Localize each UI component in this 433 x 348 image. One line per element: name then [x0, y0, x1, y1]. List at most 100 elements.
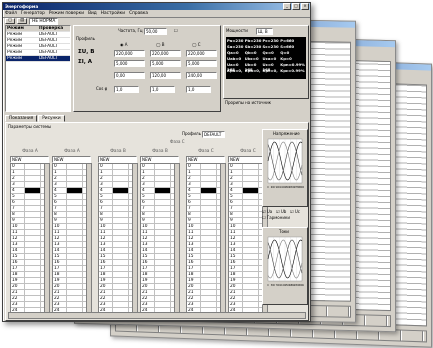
checkbox-uc[interactable]: ☑ Uc: [290, 209, 300, 214]
checkbox-ub[interactable]: ☑ Ub: [276, 209, 286, 214]
angle-b-input[interactable]: 120,00: [150, 72, 181, 79]
row-value[interactable]: [113, 284, 129, 289]
row-value[interactable]: [67, 188, 83, 193]
row-value[interactable]: [25, 284, 41, 289]
mode-list[interactable]: Режим Проверка Режим DEFAULT Режим DEFAULT…: [5, 25, 71, 112]
menu-generator[interactable]: Генератор: [19, 11, 47, 16]
row-value[interactable]: [25, 236, 41, 241]
row-value[interactable]: [67, 302, 83, 307]
row-value[interactable]: [243, 164, 259, 169]
row-value[interactable]: [243, 236, 259, 241]
title-bar[interactable]: Энергоформа _ □ ×: [3, 3, 310, 10]
minimize-button[interactable]: _: [283, 3, 291, 10]
row-value[interactable]: [201, 272, 217, 277]
tab-figures[interactable]: Рисунки: [38, 115, 65, 122]
row-value[interactable]: [67, 296, 83, 301]
row-value[interactable]: [201, 284, 217, 289]
row-value[interactable]: [155, 176, 171, 181]
harmonics-checkbox[interactable]: ☐ Гармоники: [262, 215, 290, 220]
phase-table-header-input[interactable]: NEW: [186, 156, 225, 163]
row-value[interactable]: [67, 290, 83, 295]
row-value[interactable]: [113, 164, 129, 169]
row-value[interactable]: [155, 206, 171, 211]
row-value[interactable]: [25, 164, 41, 169]
row-value[interactable]: [67, 260, 83, 265]
row-value[interactable]: [67, 278, 83, 283]
row-value[interactable]: [155, 302, 171, 307]
row-value[interactable]: [243, 266, 259, 271]
row-value[interactable]: [243, 302, 259, 307]
row-value[interactable]: [25, 260, 41, 265]
row-value[interactable]: [67, 224, 83, 229]
checkbox-ua[interactable]: ☑ Ua: [262, 209, 272, 214]
row-value[interactable]: [155, 266, 171, 271]
phase-table-header-input[interactable]: NEW: [140, 156, 179, 163]
row-value[interactable]: [67, 194, 83, 199]
row-value[interactable]: [113, 272, 129, 277]
row-value[interactable]: [201, 278, 217, 283]
row-value[interactable]: [67, 206, 83, 211]
row-value[interactable]: [155, 200, 171, 205]
close-button[interactable]: ×: [301, 3, 309, 10]
row-value[interactable]: [155, 242, 171, 247]
row-value[interactable]: [243, 254, 259, 259]
row-value[interactable]: [155, 278, 171, 283]
row-value[interactable]: [155, 194, 171, 199]
row-value[interactable]: [201, 206, 217, 211]
row-value[interactable]: [113, 242, 129, 247]
row-value[interactable]: [243, 206, 259, 211]
row-value[interactable]: [113, 170, 129, 175]
row-value[interactable]: [25, 296, 41, 301]
row-value[interactable]: [155, 260, 171, 265]
row-value[interactable]: [67, 248, 83, 253]
row-value[interactable]: [201, 212, 217, 217]
row-value[interactable]: [243, 290, 259, 295]
row-value[interactable]: [25, 266, 41, 271]
row-value[interactable]: [113, 266, 129, 271]
maximize-button[interactable]: □: [292, 3, 300, 10]
row-value[interactable]: [243, 188, 259, 193]
row-value[interactable]: [25, 212, 41, 217]
row-value[interactable]: [67, 284, 83, 289]
phase-table-body[interactable]: 0 1 2 3 4 5 6 7 8 9 10 11 12 13 14 15 16 17 18 19 20 21 22 23 24…: [140, 163, 180, 317]
row-value[interactable]: [155, 230, 171, 235]
row-value[interactable]: [113, 188, 129, 193]
row-value[interactable]: [113, 248, 129, 253]
row-value[interactable]: [201, 170, 217, 175]
row-value[interactable]: [155, 224, 171, 229]
phase-b-radio[interactable]: ◯ B: [156, 42, 165, 47]
row-value[interactable]: [201, 188, 217, 193]
row-value[interactable]: [155, 182, 171, 187]
row-value[interactable]: [155, 254, 171, 259]
row-value[interactable]: [113, 218, 129, 223]
row-value[interactable]: [25, 206, 41, 211]
row-value[interactable]: [243, 200, 259, 205]
row-value[interactable]: [25, 200, 41, 205]
row-value[interactable]: [155, 272, 171, 277]
phase-table-scrollbar[interactable]: [220, 164, 225, 316]
row-value[interactable]: [67, 236, 83, 241]
phase-table-body[interactable]: 0 1 2 3 4 5 6 7 8 9 10 11 12 13 14 15 16 17 18 19 20 21 22 23 24…: [98, 163, 138, 317]
phase-table-scrollbar[interactable]: [44, 164, 49, 316]
angle-a-input[interactable]: 0,00: [114, 72, 145, 79]
voltage-c-input[interactable]: 220,000: [186, 50, 217, 57]
phase-table-scrollbar[interactable]: [132, 164, 137, 316]
row-value[interactable]: [243, 296, 259, 301]
row-value[interactable]: [201, 236, 217, 241]
row-value[interactable]: [201, 176, 217, 181]
phase-table-body[interactable]: 0 1 2 3 4 5 6 7 8 9 10 11 12 13 14 15 16 17 18 19 20 21 22 23 24…: [10, 163, 50, 317]
row-value[interactable]: [113, 296, 129, 301]
row-value[interactable]: [67, 164, 83, 169]
row-value[interactable]: [155, 284, 171, 289]
row-value[interactable]: [67, 176, 83, 181]
row-value[interactable]: [201, 194, 217, 199]
row-value[interactable]: [243, 242, 259, 247]
row-value[interactable]: [67, 230, 83, 235]
phase-table-body[interactable]: 0 1 2 3 4 5 6 7 8 9 10 11 12 13 14 15 16 17 18 19 20 21 22 23 24…: [52, 163, 92, 317]
row-value[interactable]: [243, 170, 259, 175]
row-value[interactable]: [67, 272, 83, 277]
frequency-input[interactable]: 50,00: [144, 28, 167, 35]
row-value[interactable]: [243, 218, 259, 223]
menu-file[interactable]: Файл: [3, 11, 19, 16]
toolbar-new-button[interactable]: ▢: [5, 18, 16, 24]
